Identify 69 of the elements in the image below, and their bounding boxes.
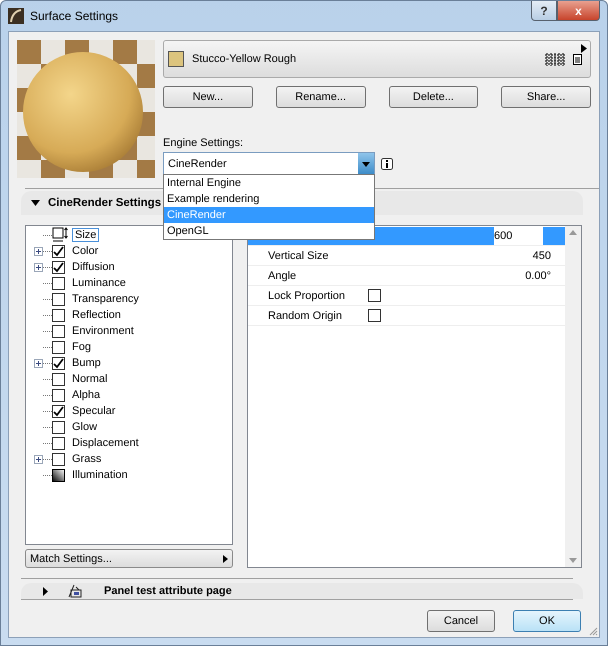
checkbox[interactable] — [52, 420, 65, 434]
gradient-icon — [52, 468, 65, 482]
channel-label[interactable]: Illumination — [69, 468, 131, 482]
close-button[interactable]: x — [557, 1, 600, 21]
channel-label[interactable]: Glow — [69, 420, 100, 434]
checkbox[interactable] — [52, 260, 65, 274]
expand-icon[interactable] — [34, 246, 43, 256]
checkbox[interactable] — [52, 276, 65, 290]
property-label: Lock Proportion — [268, 290, 346, 302]
expand-icon[interactable] — [34, 262, 43, 272]
app-icon — [8, 8, 24, 24]
expand-icon[interactable] — [34, 358, 43, 368]
material-bar[interactable]: Stucco-Yellow Rough — [163, 40, 591, 78]
dialog-button[interactable]: OK — [513, 610, 581, 632]
channel-label[interactable]: Bump — [69, 356, 104, 370]
material-name: Stucco-Yellow Rough — [192, 53, 298, 65]
checkbox[interactable] — [52, 308, 65, 322]
dialog-button[interactable]: Cancel — [427, 610, 495, 632]
panel-title: Panel test attribute page — [104, 585, 232, 597]
channel-label[interactable]: Luminance — [69, 276, 129, 290]
channel-label[interactable]: Size — [72, 228, 100, 242]
window-title: Surface Settings — [30, 9, 118, 23]
checkbox[interactable] — [52, 436, 65, 450]
channel-label[interactable]: Alpha — [69, 388, 104, 402]
panel-header[interactable]: Panel test attribute page — [21, 583, 583, 599]
engine-label: Engine Settings: — [163, 137, 244, 149]
action-button[interactable]: New... — [163, 86, 253, 108]
checkbox[interactable] — [52, 372, 65, 386]
property-label: Vertical Size — [268, 250, 330, 262]
checkbox[interactable] — [52, 292, 65, 306]
checkbox[interactable] — [52, 388, 65, 402]
checkbox[interactable] — [52, 356, 65, 370]
channel-label[interactable]: Color — [69, 244, 102, 258]
channel-label[interactable]: Normal — [69, 372, 110, 386]
size-icon — [52, 227, 68, 243]
resize-grip-icon[interactable] — [589, 627, 598, 636]
checkbox[interactable] — [52, 452, 65, 466]
property-value[interactable]: 600 — [494, 226, 543, 244]
property-value: 0.00° — [524, 270, 552, 282]
checkbox[interactable] — [52, 324, 65, 338]
checkbox[interactable] — [52, 340, 65, 354]
engine-select[interactable]: CineRender — [163, 152, 375, 175]
action-button[interactable]: Rename... — [276, 86, 366, 108]
checkbox[interactable] — [52, 244, 65, 258]
channel-label[interactable]: Displacement — [69, 436, 142, 450]
action-button[interactable]: Delete... — [388, 86, 478, 108]
match-settings-button[interactable]: Match Settings... — [25, 549, 233, 568]
checkbox[interactable] — [368, 289, 381, 302]
submenu-arrow-icon — [223, 554, 228, 562]
property-label: Angle — [268, 270, 298, 282]
checkbox[interactable] — [368, 309, 381, 322]
channel-label[interactable]: Specular — [69, 404, 118, 418]
checkbox[interactable] — [52, 404, 65, 418]
channel-label[interactable]: Diffusion — [69, 260, 118, 274]
channel-label[interactable]: Reflection — [69, 308, 124, 322]
menu-arrow-icon[interactable] — [581, 44, 587, 53]
property-label: Random Origin — [268, 310, 343, 322]
channel-label[interactable]: Environment — [69, 324, 137, 338]
expand-icon[interactable] — [34, 454, 43, 464]
help-button[interactable]: ? — [531, 1, 557, 21]
property-value: 450 — [532, 250, 552, 262]
document-icon — [573, 54, 582, 64]
channel-label[interactable]: Fog — [69, 340, 94, 354]
action-button[interactable]: Share... — [501, 86, 591, 108]
panel-title: CineRender Settings — [48, 197, 162, 209]
info-icon[interactable] — [381, 158, 393, 170]
texture-icon — [545, 52, 565, 66]
channel-label[interactable]: Transparency — [69, 292, 142, 306]
channel-label[interactable]: Grass — [69, 452, 104, 466]
